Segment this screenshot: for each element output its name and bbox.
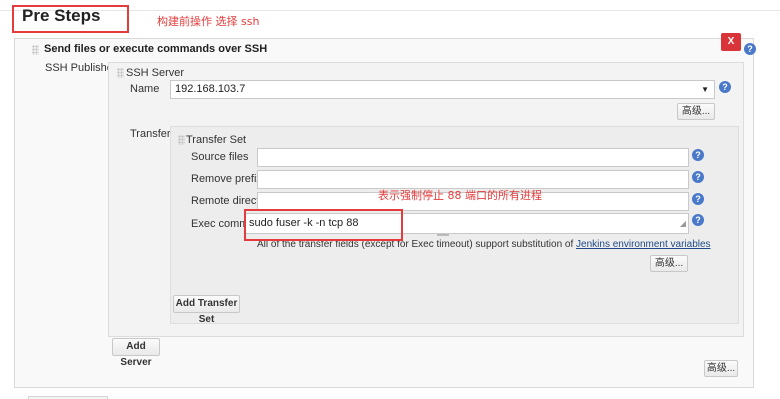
annotation-box-title xyxy=(12,5,129,33)
source-files-input[interactable] xyxy=(257,148,689,167)
drag-handle-icon[interactable] xyxy=(32,45,39,55)
help-icon[interactable]: ? xyxy=(692,214,704,226)
resize-grip-icon[interactable]: ◢ xyxy=(680,214,686,233)
env-vars-link[interactable]: Jenkins environment variables xyxy=(576,239,711,250)
help-icon[interactable]: ? xyxy=(692,149,704,161)
advanced-button[interactable]: 高级... xyxy=(677,103,715,120)
transfer-set-label: Transfer Set xyxy=(186,134,247,146)
server-name-select[interactable]: 192.168.103.7 ▼ xyxy=(170,80,715,99)
chevron-down-icon: ▼ xyxy=(701,85,709,94)
name-label: Name xyxy=(130,83,160,95)
server-name-value: 192.168.103.7 xyxy=(175,83,246,95)
drag-handle-icon[interactable] xyxy=(178,135,185,145)
source-files-label: Source files xyxy=(191,151,249,163)
annotation-box-exec xyxy=(244,209,403,241)
help-icon[interactable]: ? xyxy=(719,81,731,93)
annotation-kill-port: 表示强制停止 88 端口的所有进程 xyxy=(378,189,542,202)
drag-handle-icon[interactable] xyxy=(117,68,124,78)
add-transfer-set-button[interactable]: Add Transfer Set xyxy=(173,295,240,325)
textarea-expand-handle[interactable] xyxy=(437,234,449,236)
delete-step-button[interactable]: X xyxy=(721,33,741,51)
advanced-button[interactable]: 高级... xyxy=(650,255,688,272)
help-icon[interactable]: ? xyxy=(744,43,756,55)
ssh-server-label: SSH Server xyxy=(126,67,185,79)
remove-prefix-label: Remove prefix xyxy=(191,173,262,185)
step-title: Send files or execute commands over SSH xyxy=(44,43,268,55)
add-server-button[interactable]: Add Server xyxy=(112,338,160,368)
advanced-button[interactable]: 高级... xyxy=(704,360,738,377)
help-icon[interactable]: ? xyxy=(692,193,704,205)
help-icon[interactable]: ? xyxy=(692,171,704,183)
annotation-pre-steps: 构建前操作 选择 ssh xyxy=(157,15,260,28)
